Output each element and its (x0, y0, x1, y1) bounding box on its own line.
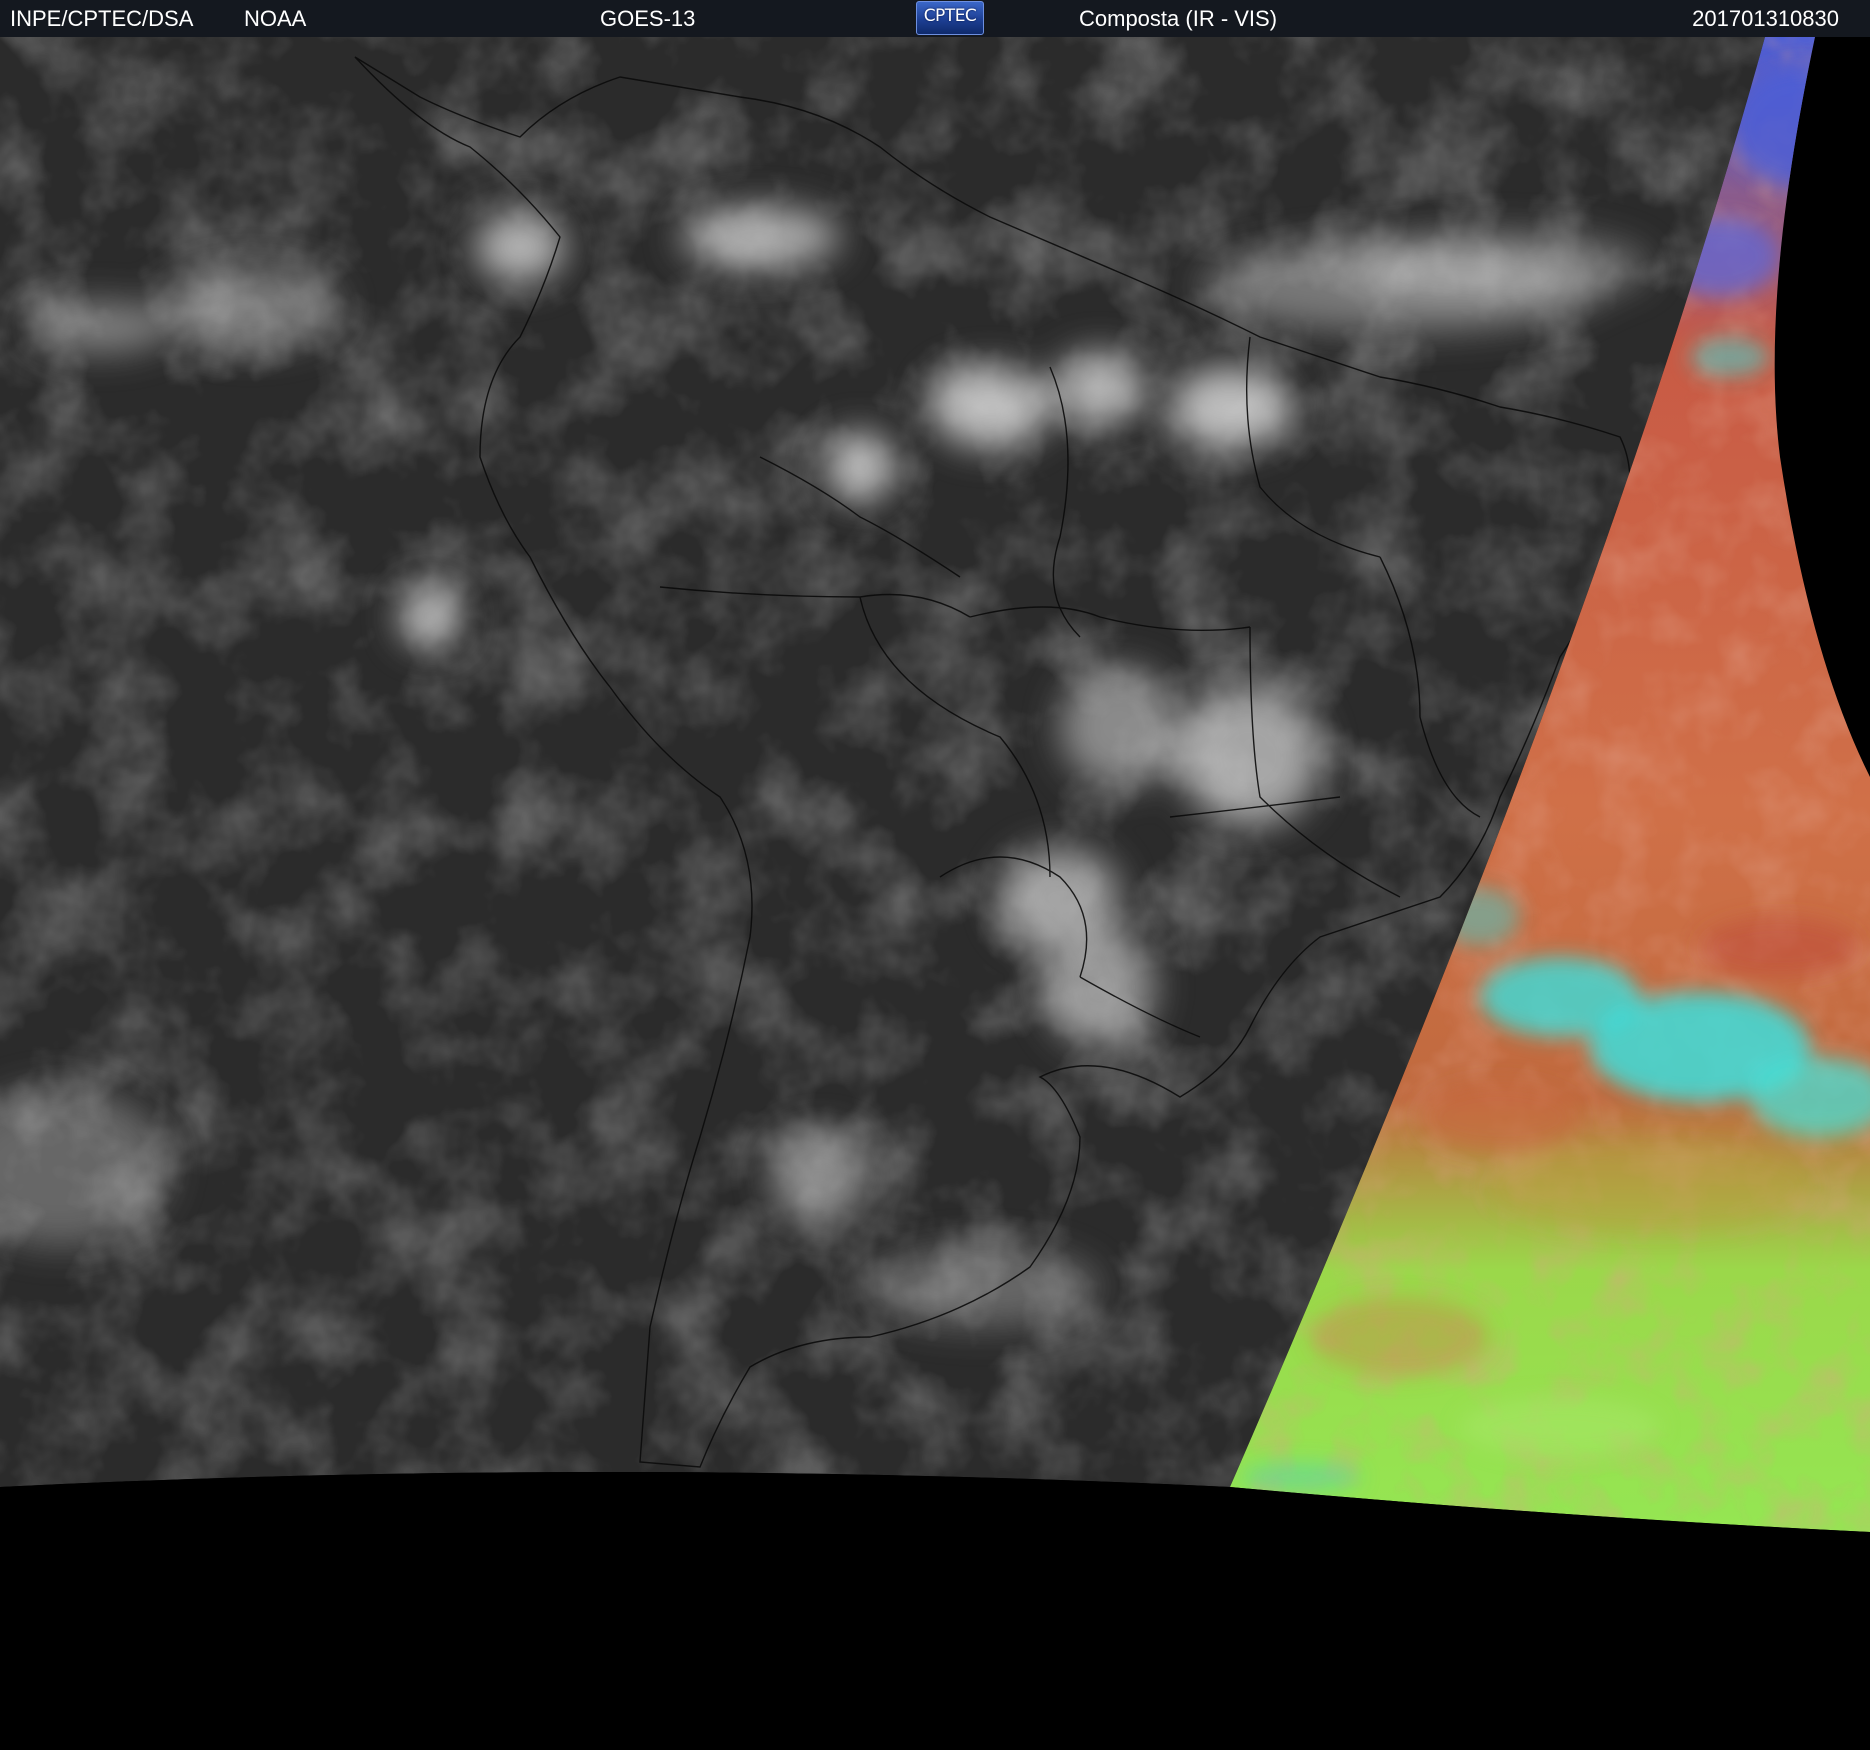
satellite-composite-image (0, 37, 1870, 1750)
satellite-image-frame: INPE/CPTEC/DSA NOAA GOES-13 CPTEC Compos… (0, 0, 1870, 1750)
cptec-logo: CPTEC (916, 1, 984, 35)
product-label: Composta (IR - VIS) (1079, 6, 1278, 31)
header-bar: INPE/CPTEC/DSA NOAA GOES-13 CPTEC Compos… (0, 0, 1870, 37)
cptec-logo-text: CPTEC (923, 6, 977, 26)
satellite-label: GOES-13 (600, 6, 696, 31)
timestamp-label: 201701310830 (1692, 6, 1839, 31)
satellite-image-svg (0, 37, 1870, 1750)
agency-label: NOAA (244, 6, 307, 31)
organization-label: INPE/CPTEC/DSA (10, 6, 194, 31)
